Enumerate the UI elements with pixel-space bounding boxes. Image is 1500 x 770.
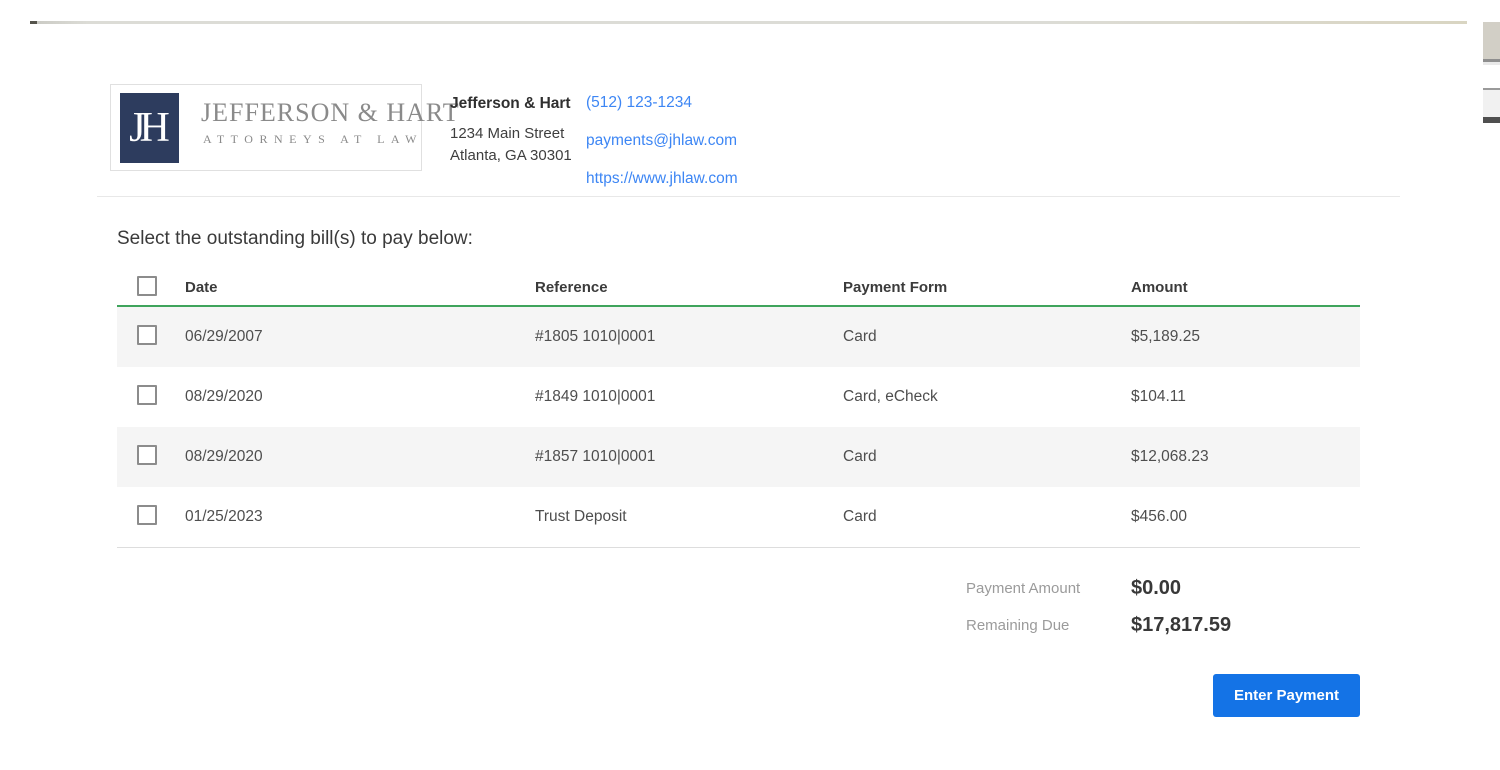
bill-reference: #1857 1010|0001 [535,448,843,466]
remaining-due-value: $17,817.59 [1131,614,1231,637]
firm-name-logo-text: JEFFERSON & HART [201,98,460,128]
select-all-checkbox[interactable] [137,276,157,296]
bill-date: 08/29/2020 [185,448,535,466]
remaining-due-label: Remaining Due [966,617,1131,634]
column-header-date: Date [185,279,535,296]
scrollbar-thumb-fragment [1483,117,1500,123]
contact-firm-name: Jefferson & Hart [450,95,571,113]
table-row: 08/29/2020 #1849 1010|0001 Card, eCheck … [117,367,1360,427]
header-divider [97,196,1400,197]
row-checkbox[interactable] [137,505,157,525]
row-checkbox-cell [117,325,185,350]
row-checkbox-cell [117,445,185,470]
bill-date: 01/25/2023 [185,508,535,526]
select-all-cell [117,276,185,300]
row-checkbox-cell [117,385,185,410]
scrollbar-thumb-fragment [1483,22,1500,59]
bill-amount: $12,068.23 [1131,448,1360,466]
table-row: 01/25/2023 Trust Deposit Card $456.00 [117,487,1360,547]
table-row: 08/29/2020 #1857 1010|0001 Card $12,068.… [117,427,1360,487]
bill-payment-form: Card [843,328,1131,346]
outstanding-bills-table: Date Reference Payment Form Amount 06/29… [117,270,1360,548]
scrollbar-fragment-top [1483,22,1500,65]
scrollbar-fragment-bottom [1483,88,1500,123]
remaining-due-row: Remaining Due $17,817.59 [966,611,1231,639]
bill-reference: Trust Deposit [535,508,843,526]
firm-logo: JH JEFFERSON & HART ATTORNEYS AT LAW [110,84,422,171]
bill-payment-form: Card, eCheck [843,388,1131,406]
firm-monogram: JH [120,93,179,163]
bill-date: 08/29/2020 [185,388,535,406]
scrollbar-track-fragment [1483,90,1500,117]
scrollbar-track-fragment [1483,62,1500,65]
bill-reference: #1805 1010|0001 [535,328,843,346]
row-checkbox[interactable] [137,445,157,465]
payment-amount-value: $0.00 [1131,577,1181,600]
table-header-row: Date Reference Payment Form Amount [117,270,1360,307]
table-row: 06/29/2007 #1805 1010|0001 Card $5,189.2… [117,307,1360,367]
firm-tagline: ATTORNEYS AT LAW [203,132,423,147]
page-heading: Select the outstanding bill(s) to pay be… [117,228,473,250]
payment-summary: Payment Amount $0.00 Remaining Due $17,8… [966,574,1231,648]
bill-amount: $456.00 [1131,508,1360,526]
bill-reference: #1849 1010|0001 [535,388,843,406]
row-checkbox-cell [117,505,185,530]
window-top-border-tip [30,21,37,24]
row-checkbox[interactable] [137,325,157,345]
row-checkbox[interactable] [137,385,157,405]
bill-payment-form: Card [843,508,1131,526]
window-top-border [30,21,1467,24]
contact-address-line1: 1234 Main Street [450,125,564,142]
bill-payment-form: Card [843,448,1131,466]
payment-amount-row: Payment Amount $0.00 [966,574,1231,602]
bill-date: 06/29/2007 [185,328,535,346]
payment-amount-label: Payment Amount [966,580,1131,597]
enter-payment-button[interactable]: Enter Payment [1213,674,1360,717]
column-header-payment-form: Payment Form [843,279,1131,296]
website-link[interactable]: https://www.jhlaw.com [586,170,738,188]
phone-link[interactable]: (512) 123-1234 [586,94,692,112]
contact-address-line2: Atlanta, GA 30301 [450,147,572,164]
email-link[interactable]: payments@jhlaw.com [586,132,737,150]
bill-amount: $5,189.25 [1131,328,1360,346]
bill-amount: $104.11 [1131,388,1360,406]
column-header-amount: Amount [1131,279,1360,296]
column-header-reference: Reference [535,279,843,296]
